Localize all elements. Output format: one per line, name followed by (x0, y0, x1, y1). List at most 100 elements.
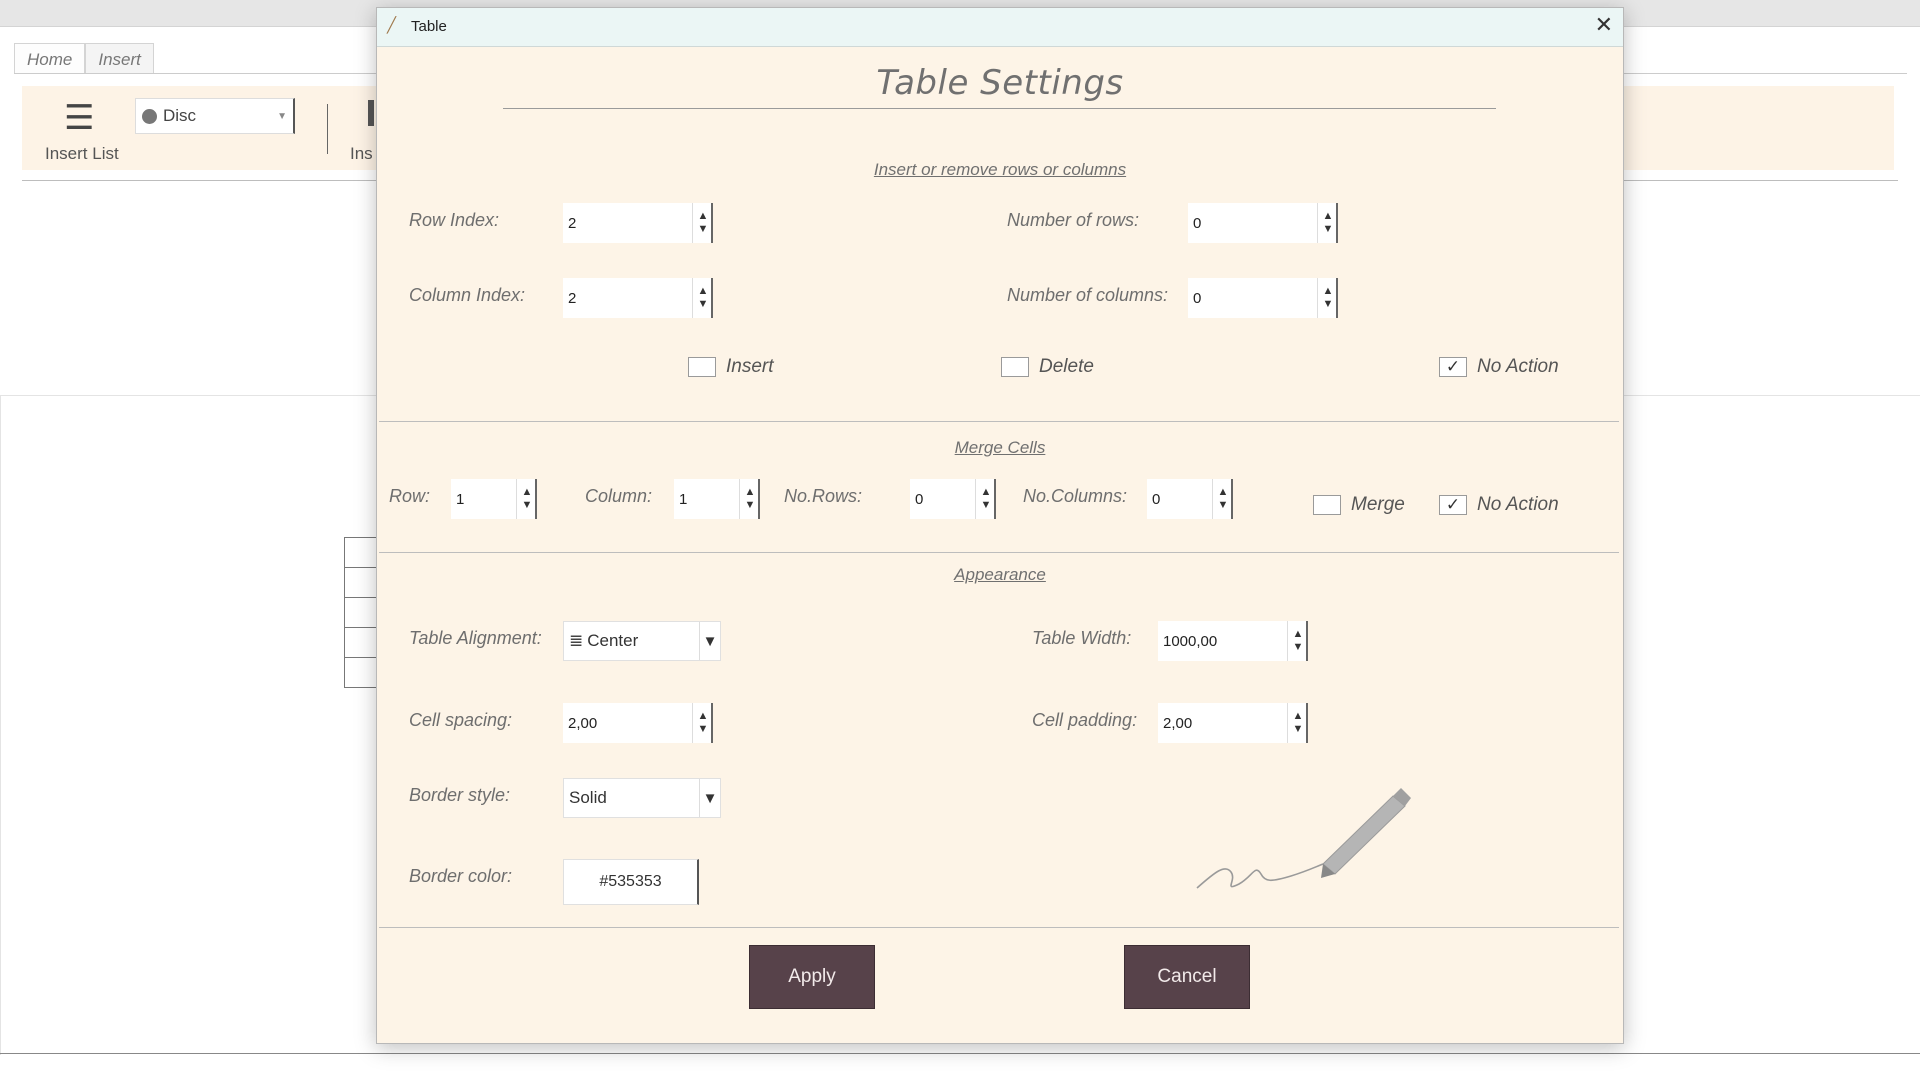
table-alignment-select[interactable]: ≣ Center ▼ (563, 621, 721, 661)
no-action-checkbox-merge[interactable]: ✓ No Action (1439, 494, 1559, 516)
document-left-border (0, 395, 1, 1055)
table-alignment-value: Center (587, 631, 639, 650)
delete-label: Delete (1039, 356, 1094, 377)
number-of-columns-value[interactable]: 0 (1188, 290, 1317, 307)
insert-label: Insert (726, 356, 774, 377)
tab-home[interactable]: Home (14, 43, 86, 73)
heading-rule (503, 108, 1496, 109)
dropdown-arrow-icon[interactable]: ▼ (699, 622, 720, 660)
merge-no-rows-label: No.Rows: (784, 486, 863, 506)
border-color-picker[interactable]: #535353 (563, 859, 699, 905)
cell-padding-label: Cell padding: (1032, 710, 1138, 730)
column-index-stepper[interactable]: 2 ▲ ▼ (563, 278, 713, 318)
down-arrow-icon[interactable]: ▼ (698, 223, 709, 236)
list-style-select[interactable]: Disc ▼ (135, 98, 295, 134)
up-arrow-icon[interactable]: ▲ (1218, 486, 1229, 499)
merge-no-rows-value[interactable]: 0 (910, 491, 975, 508)
merge-row-value[interactable]: 1 (451, 491, 516, 508)
up-arrow-icon[interactable]: ▲ (981, 486, 992, 499)
close-button[interactable]: ✕ (1595, 12, 1613, 38)
dialog-title: Table (411, 18, 447, 35)
row-index-value[interactable]: 2 (563, 215, 692, 232)
merge-column-stepper[interactable]: 1 ▲ ▼ (674, 479, 760, 519)
down-arrow-icon[interactable]: ▼ (1293, 641, 1304, 654)
merge-no-columns-stepper[interactable]: 0 ▲ ▼ (1147, 479, 1233, 519)
checkbox-box[interactable] (1313, 495, 1341, 515)
up-arrow-icon[interactable]: ▲ (1293, 710, 1304, 723)
down-arrow-icon[interactable]: ▼ (745, 499, 756, 512)
list-style-value: Disc (163, 106, 197, 125)
down-arrow-icon[interactable]: ▼ (1218, 499, 1229, 512)
up-arrow-icon[interactable]: ▲ (522, 486, 533, 499)
row-index-label: Row Index: (409, 210, 500, 230)
border-color-label: Border color: (409, 866, 513, 886)
section-title-rows-cols: Insert or remove rows or columns (873, 160, 1127, 179)
list-icon[interactable]: ☰ (64, 101, 94, 135)
merge-column-value[interactable]: 1 (674, 491, 739, 508)
merge-label: Merge (1351, 494, 1405, 515)
up-arrow-icon[interactable]: ▲ (1323, 285, 1334, 298)
down-arrow-icon[interactable]: ▼ (522, 499, 533, 512)
table-icon[interactable] (368, 100, 374, 126)
down-arrow-icon[interactable]: ▼ (1323, 223, 1334, 236)
up-arrow-icon[interactable]: ▲ (698, 210, 709, 223)
number-of-rows-stepper[interactable]: 0 ▲ ▼ (1188, 203, 1338, 243)
checkbox-box[interactable] (688, 357, 716, 377)
number-of-rows-value[interactable]: 0 (1188, 215, 1317, 232)
no-action-label: No Action (1477, 494, 1559, 515)
merge-no-rows-stepper[interactable]: 0 ▲ ▼ (910, 479, 996, 519)
section-title-appearance: Appearance (954, 565, 1046, 584)
merge-no-columns-value[interactable]: 0 (1147, 491, 1212, 508)
delete-checkbox[interactable]: Delete (1001, 356, 1094, 378)
checkbox-box[interactable] (1001, 357, 1029, 377)
apply-button[interactable]: Apply (749, 945, 875, 1009)
up-arrow-icon[interactable]: ▲ (698, 285, 709, 298)
no-action-checkbox-rows[interactable]: ✓ No Action (1439, 356, 1559, 378)
table-width-stepper[interactable]: 1000,00 ▲ ▼ (1158, 621, 1308, 661)
cancel-button[interactable]: Cancel (1124, 945, 1250, 1009)
section-divider (379, 552, 1619, 553)
merge-no-columns-label: No.Columns: (1023, 486, 1128, 506)
cell-spacing-stepper[interactable]: 2,00 ▲ ▼ (563, 703, 713, 743)
align-center-icon: ≣ (569, 631, 584, 650)
table-alignment-label: Table Alignment: (409, 628, 542, 648)
number-of-rows-label: Number of rows: (1007, 210, 1140, 230)
row-index-stepper[interactable]: 2 ▲ ▼ (563, 203, 713, 243)
check-mark-icon[interactable]: ✓ (1439, 357, 1467, 377)
border-style-select[interactable]: Solid ▼ (563, 778, 721, 818)
up-arrow-icon[interactable]: ▲ (1323, 210, 1334, 223)
column-index-value[interactable]: 2 (563, 290, 692, 307)
disc-icon (142, 108, 157, 124)
pen-signature-icon (1196, 788, 1411, 889)
insert-table-label[interactable]: Ins (350, 144, 373, 164)
ribbon-separator (327, 104, 328, 154)
document-bottom-border (0, 1053, 1920, 1054)
cell-padding-stepper[interactable]: 2,00 ▲ ▼ (1158, 703, 1308, 743)
down-arrow-icon[interactable]: ▼ (1323, 298, 1334, 311)
chevron-down-icon: ▼ (277, 110, 287, 122)
dialog-titlebar: ╱ Table ✕ (377, 8, 1623, 47)
check-mark-icon[interactable]: ✓ (1439, 495, 1467, 515)
number-of-columns-stepper[interactable]: 0 ▲ ▼ (1188, 278, 1338, 318)
section-title-merge: Merge Cells (954, 438, 1046, 457)
down-arrow-icon[interactable]: ▼ (981, 499, 992, 512)
up-arrow-icon[interactable]: ▲ (745, 486, 756, 499)
tab-insert[interactable]: Insert (85, 43, 154, 73)
down-arrow-icon[interactable]: ▼ (698, 298, 709, 311)
insert-checkbox[interactable]: Insert (688, 356, 774, 378)
dropdown-arrow-icon[interactable]: ▼ (699, 779, 720, 817)
up-arrow-icon[interactable]: ▲ (1293, 628, 1304, 641)
down-arrow-icon[interactable]: ▼ (698, 723, 709, 736)
cell-padding-value[interactable]: 2,00 (1158, 715, 1287, 732)
cell-spacing-value[interactable]: 2,00 (563, 715, 692, 732)
page-title: Table Settings (876, 63, 1124, 103)
merge-column-label: Column: (585, 486, 653, 506)
table-width-value[interactable]: 1000,00 (1158, 633, 1287, 650)
column-index-label: Column Index: (409, 285, 526, 305)
merge-checkbox[interactable]: Merge (1313, 494, 1405, 516)
down-arrow-icon[interactable]: ▼ (1293, 723, 1304, 736)
merge-row-stepper[interactable]: 1 ▲ ▼ (451, 479, 537, 519)
up-arrow-icon[interactable]: ▲ (698, 710, 709, 723)
insert-list-label[interactable]: Insert List (45, 144, 119, 164)
section-divider (379, 421, 1619, 422)
